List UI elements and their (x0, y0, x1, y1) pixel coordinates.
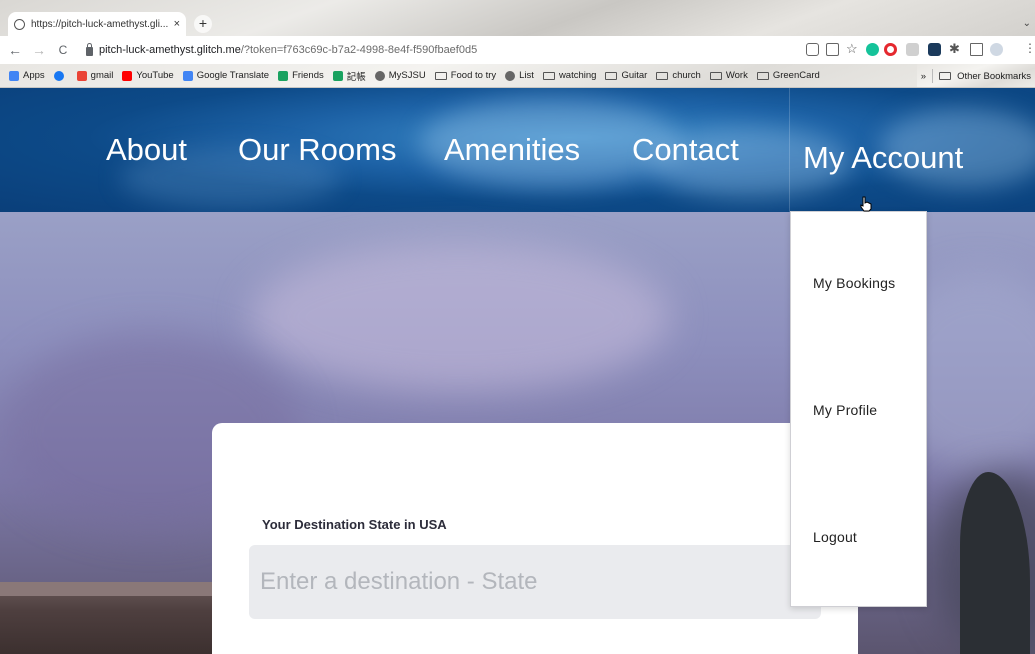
bookmark-label: YouTube (136, 70, 174, 81)
reload-button[interactable]: C (54, 43, 72, 57)
new-tab-button[interactable]: + (194, 15, 212, 33)
folder-icon (434, 71, 447, 80)
globe-icon (14, 18, 25, 30)
destination-input[interactable] (249, 545, 821, 619)
tab-search-icon[interactable]: ⌄ (1023, 18, 1031, 29)
bookmark-label: watching (558, 70, 597, 81)
bookmark-label: gmail (90, 70, 114, 81)
bookmark-label: GreenCard (772, 70, 820, 81)
bookmark-label: List (519, 70, 534, 81)
bookmark-item[interactable]: gmail (76, 70, 114, 81)
bookmark-label: Work (725, 70, 748, 81)
hand-cursor-icon (860, 196, 872, 212)
bookmark-label: church (672, 70, 701, 81)
youtube-icon (122, 70, 133, 81)
nav-divider (789, 88, 790, 212)
other-bookmarks[interactable]: Other Bookmarks (957, 71, 1031, 82)
bookmark-item[interactable]: YouTube (122, 70, 174, 81)
apps-grid-icon (9, 70, 19, 81)
menu-item-logout[interactable]: Logout (813, 529, 857, 545)
tab-close-icon[interactable]: × (174, 18, 180, 30)
folder-icon (542, 71, 555, 80)
bookmark-item[interactable]: List (505, 70, 534, 81)
bookmark-item[interactable]: church (656, 70, 701, 81)
bookmark-item[interactable]: MySJSU (374, 70, 426, 81)
opera-icon[interactable] (884, 43, 897, 56)
folder-icon (756, 71, 769, 80)
puzzle-icon[interactable]: ✱ (949, 41, 960, 57)
globe-icon (505, 70, 516, 81)
bookmark-item[interactable]: GreenCard (756, 70, 820, 81)
translate-page-icon[interactable] (806, 43, 819, 56)
account-dropdown-menu: My Bookings My Profile Logout (790, 211, 927, 607)
menu-item-my-bookings[interactable]: My Bookings (813, 275, 895, 291)
bookmarks-divider (932, 69, 934, 83)
globe-icon (374, 70, 385, 81)
web-page: About Our Rooms Amenities Contact My Acc… (0, 88, 1035, 654)
bookmark-item[interactable]: watching (542, 70, 597, 81)
sidebar-icon[interactable] (970, 43, 983, 56)
bookmarks-overflow-area: » Other Bookmarks (916, 64, 1035, 87)
nav-our-rooms[interactable]: Our Rooms (238, 132, 396, 168)
bookmark-label: Food to try (450, 70, 497, 81)
nav-my-account[interactable]: My Account (803, 140, 963, 176)
bookmark-item[interactable]: Guitar (605, 70, 647, 81)
plus-green-icon (278, 70, 289, 81)
nav-about[interactable]: About (106, 132, 187, 168)
bookmark-label: Apps (23, 70, 45, 81)
grammarly-icon[interactable] (866, 43, 879, 56)
share-icon[interactable] (826, 43, 839, 56)
bookmark-item[interactable]: Work (709, 70, 748, 81)
plus-green-icon (332, 70, 343, 81)
facebook-icon (53, 70, 64, 81)
nav-amenities[interactable]: Amenities (444, 132, 580, 168)
bookmark-item[interactable]: Google Translate (182, 70, 270, 81)
tab-title: https://pitch-luck-amethyst.gli... (31, 18, 168, 30)
bookmark-label: Google Translate (196, 70, 270, 81)
folder-icon (656, 71, 669, 80)
nav-contact[interactable]: Contact (632, 132, 739, 168)
search-card: Your Destination State in USA (212, 423, 858, 654)
folder-icon (605, 71, 618, 80)
gmail-icon (76, 70, 87, 81)
url-path: /?token=f763c69c-b7a2-4998-8e4f-f590fbae… (240, 44, 478, 56)
bookmarks-overflow-button[interactable]: » (921, 71, 926, 82)
browser-tab[interactable]: https://pitch-luck-amethyst.gli... × (8, 12, 186, 36)
bookmark-item[interactable]: Apps (9, 70, 45, 81)
bookmarks-bar: Apps gmail YouTube Google Translate Friends 記… (0, 64, 1035, 88)
forward-button[interactable]: → (30, 42, 48, 58)
building-roof (0, 582, 212, 654)
url-host: pitch-luck-amethyst.glitch.me (99, 44, 241, 56)
browser-toolbar: ← → C pitch-luck-amethyst.glitch.me/?tok… (0, 36, 1035, 64)
bookmark-label: Friends (292, 70, 324, 81)
menu-kebab-icon[interactable]: ⋮ (1024, 41, 1035, 55)
extension-icon[interactable] (906, 43, 919, 56)
translate-icon (182, 70, 193, 81)
bookmark-label: MySJSU (388, 70, 426, 81)
extension-dark-icon[interactable] (928, 43, 941, 56)
bookmark-label: 記帳 (346, 71, 366, 83)
folder-icon (709, 71, 722, 80)
bookmark-item[interactable]: Food to try (434, 70, 497, 81)
browser-tab-strip: https://pitch-luck-amethyst.gli... × + ⌄ (0, 0, 1035, 36)
profile-icon[interactable] (990, 43, 1003, 56)
bookmark-item[interactable]: Friends (278, 70, 324, 81)
lock-icon (86, 42, 93, 56)
menu-item-my-profile[interactable]: My Profile (813, 402, 877, 418)
bookmark-star-icon[interactable]: ☆ (846, 41, 858, 57)
bookmark-item[interactable]: 記帳 (332, 69, 366, 83)
address-bar[interactable]: pitch-luck-amethyst.glitch.me/?token=f76… (86, 40, 706, 60)
bookmark-label: Guitar (621, 70, 648, 81)
destination-label: Your Destination State in USA (262, 517, 447, 532)
bookmark-item[interactable] (53, 70, 68, 81)
folder-icon (939, 72, 952, 80)
site-navbar: About Our Rooms Amenities Contact My Acc… (0, 88, 1035, 212)
back-button[interactable]: ← (6, 42, 24, 58)
